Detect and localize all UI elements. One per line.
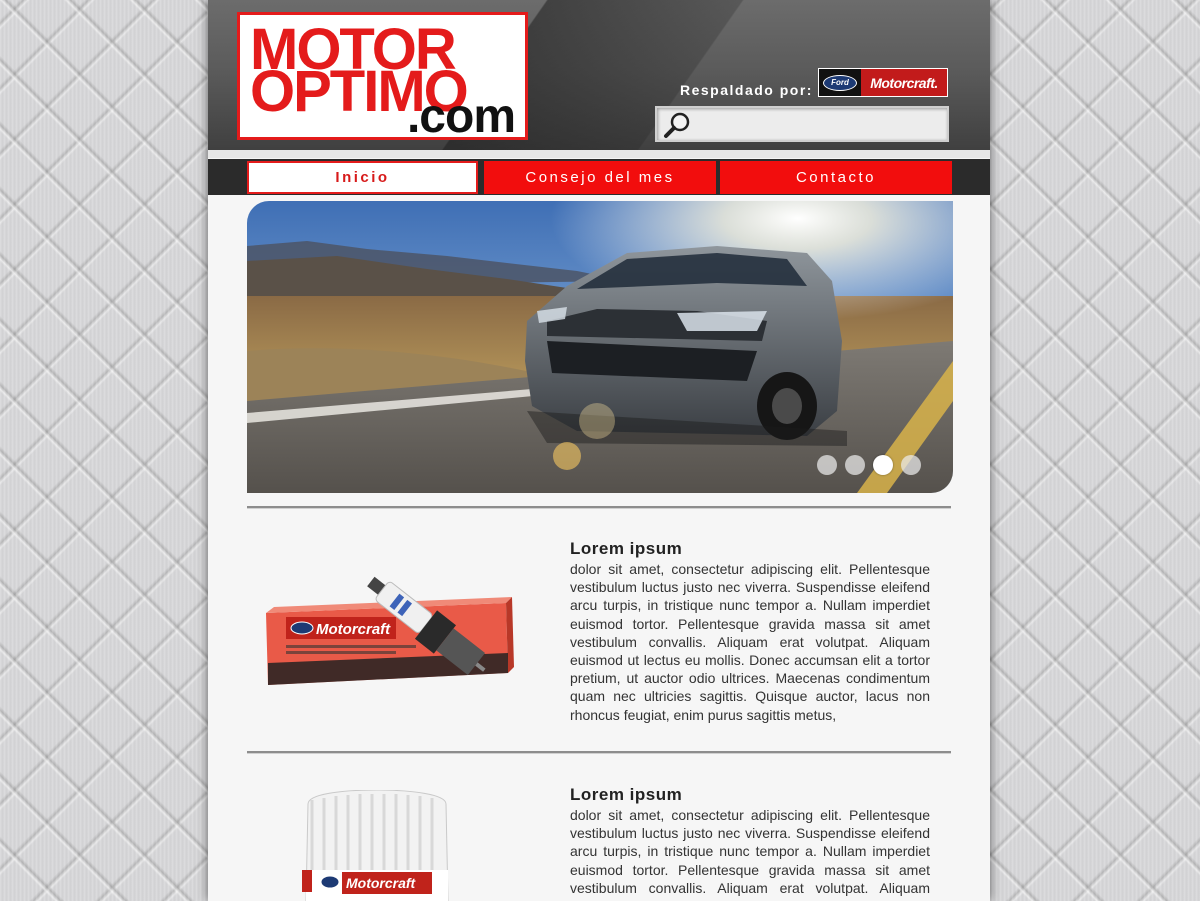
- section-divider: [247, 506, 951, 509]
- oil-filter-product-image[interactable]: Motorcraft: [302, 789, 452, 901]
- slider-dot-2[interactable]: [845, 455, 865, 475]
- header-bottom-band: [208, 150, 990, 158]
- site-logo[interactable]: MOTOR OPTIMO .com: [237, 12, 528, 143]
- tab-contacto[interactable]: Contacto: [720, 161, 952, 194]
- spark-plug-box-illustration: Motorcraft: [266, 576, 514, 685]
- product-1-title: Lorem ipsum: [570, 539, 683, 558]
- slider-dot-4[interactable]: [901, 455, 921, 475]
- page-container: MOTOR OPTIMO .com Respaldado por: Ford M…: [208, 0, 990, 901]
- main-nav: Inicio Consejo del mes Contacto: [208, 159, 990, 195]
- search-box[interactable]: [655, 106, 949, 142]
- hero-car-image: [247, 201, 953, 493]
- oil-filter-illustration: Motorcraft: [302, 789, 449, 901]
- product-1-description: dolor sit amet, consectetur adipiscing e…: [570, 561, 930, 723]
- product-2-info: Lorem ipsum dolor sit amet, consectetur …: [570, 785, 930, 901]
- ford-oval-text: Ford: [823, 74, 857, 91]
- hero-slider[interactable]: [247, 201, 953, 493]
- section-divider: [247, 751, 951, 754]
- search-input[interactable]: [697, 112, 945, 138]
- site-header: MOTOR OPTIMO .com Respaldado por: Ford M…: [208, 0, 990, 158]
- tab-consejo-del-mes[interactable]: Consejo del mes: [484, 161, 716, 194]
- product-2-description: dolor sit amet, consectetur adipiscing e…: [570, 807, 930, 901]
- backed-by-label: Respaldado por:: [680, 82, 813, 98]
- spark-plug-product-image[interactable]: Motorcraft: [256, 545, 536, 705]
- spark-plug-box-brand: Motorcraft: [316, 621, 391, 638]
- ford-oval-icon: Ford: [819, 69, 861, 96]
- search-icon[interactable]: [663, 110, 693, 140]
- motorcraft-sponsor-logo[interactable]: Ford Motorcraft.: [818, 68, 948, 97]
- logo-line-dotcom: .com: [406, 90, 516, 143]
- product-2-title: Lorem ipsum: [570, 785, 683, 804]
- tab-inicio[interactable]: Inicio: [247, 161, 478, 194]
- slider-dot-1[interactable]: [817, 455, 837, 475]
- motorcraft-wordmark: Motorcraft.: [870, 74, 938, 91]
- oil-filter-brand: Motorcraft: [346, 875, 417, 891]
- product-1-info: Lorem ipsum dolor sit amet, consectetur …: [570, 539, 930, 724]
- slider-dot-3[interactable]: [873, 455, 893, 475]
- slider-dots: [817, 455, 921, 475]
